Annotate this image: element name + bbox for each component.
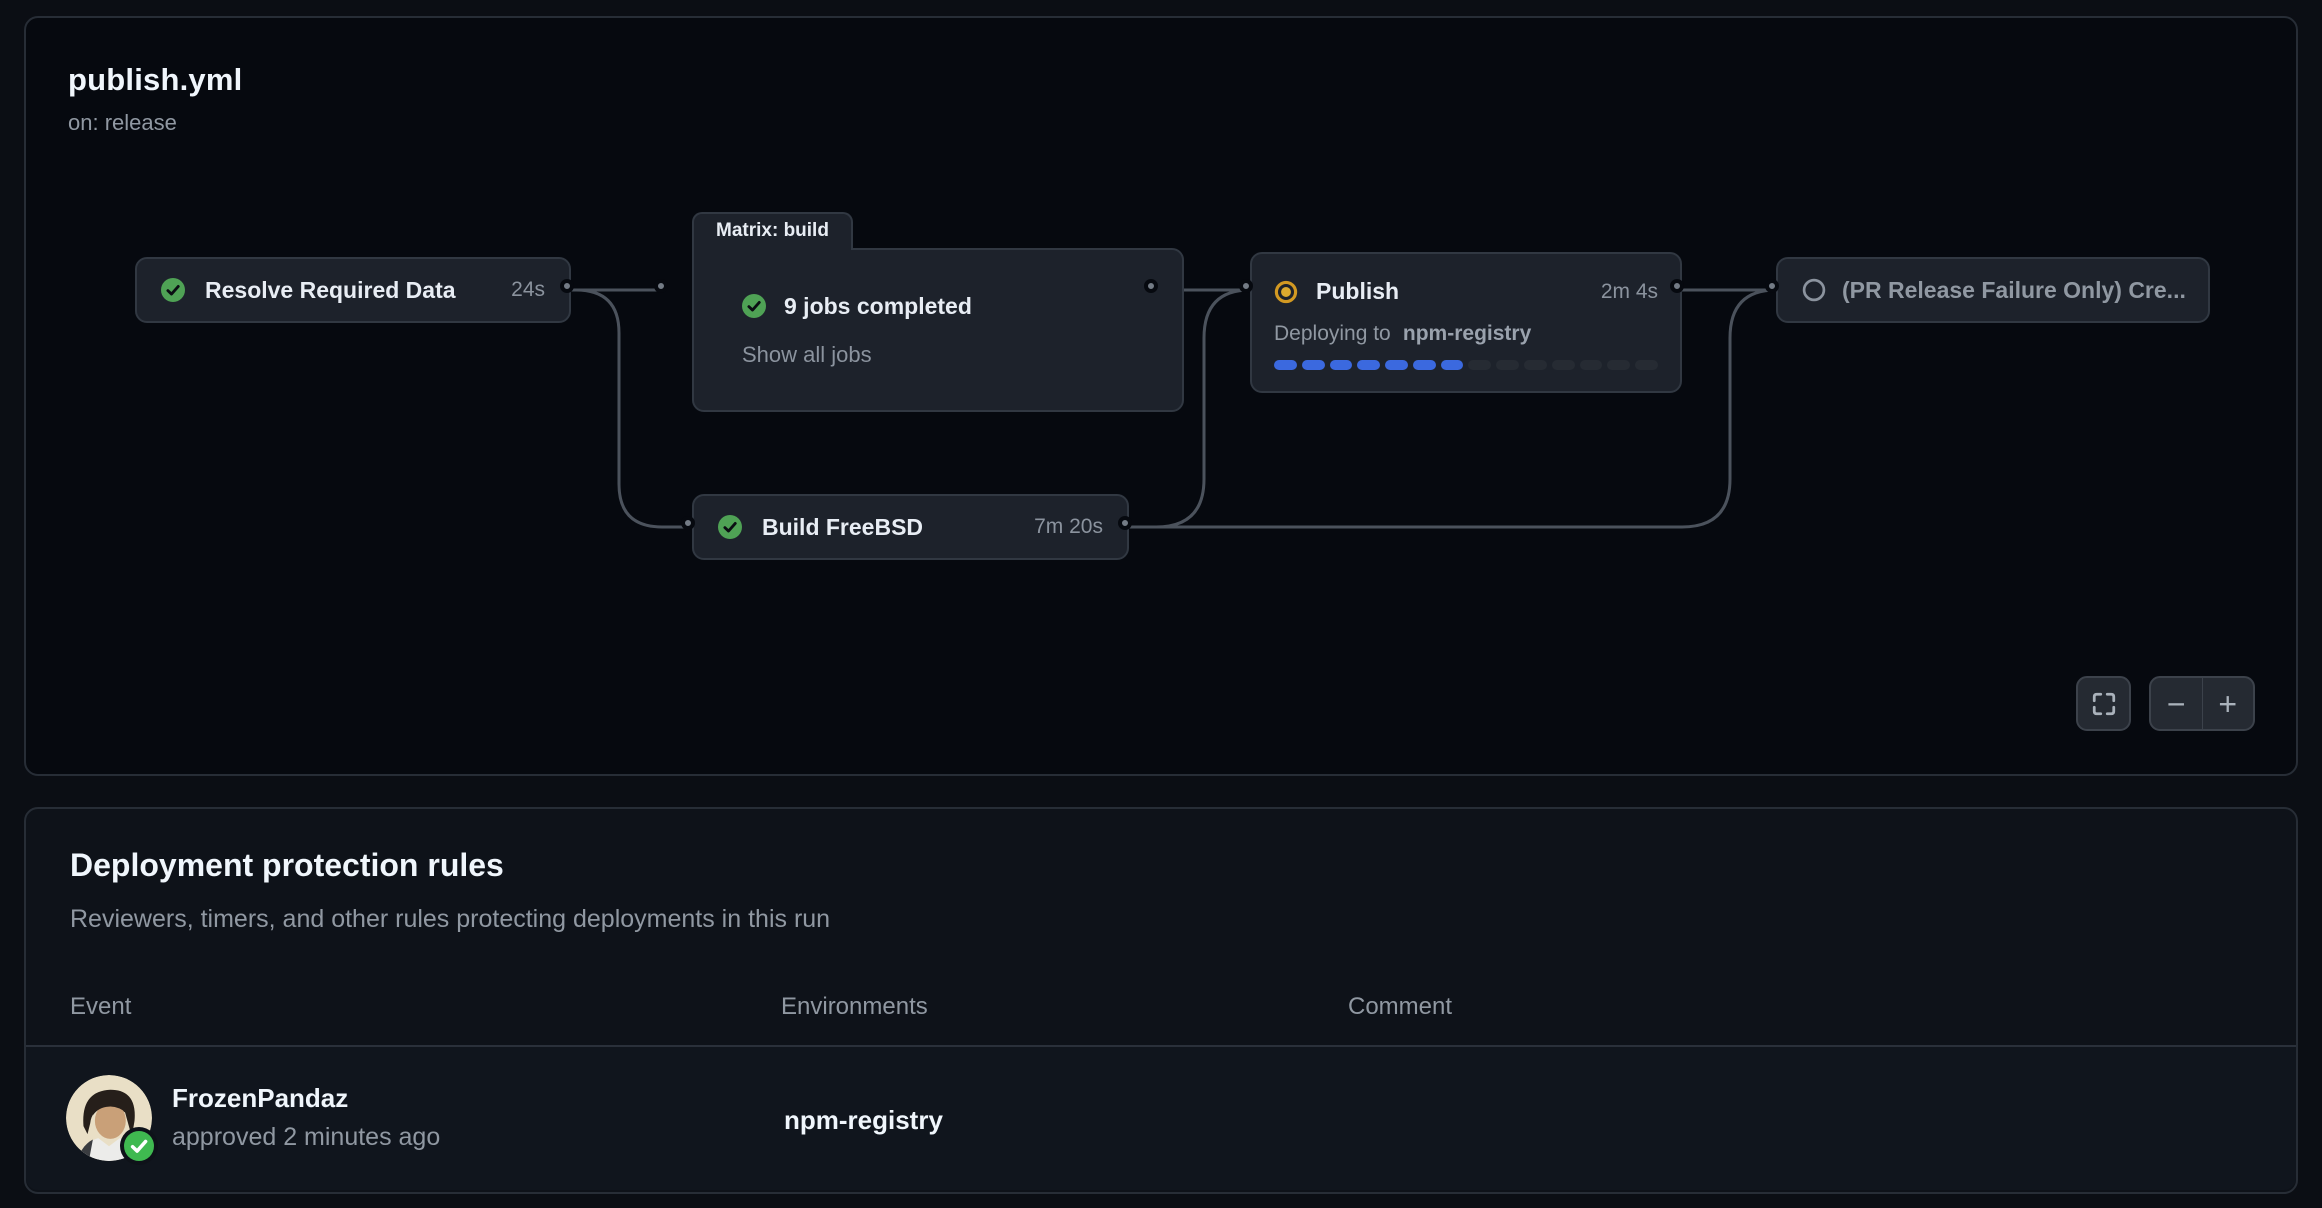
approval-status-text: approved 2 minutes ago (172, 1123, 440, 1152)
edge-connector-dot (1239, 279, 1253, 293)
job-node-matrix-build[interactable]: 9 jobs completed Show all jobs (692, 248, 1184, 412)
success-check-icon (161, 278, 185, 302)
progress-segment (1302, 360, 1325, 370)
progress-segment (1441, 360, 1464, 370)
deploy-progress (1274, 360, 1658, 370)
rules-subheading: Reviewers, timers, and other rules prote… (70, 905, 830, 934)
job-node-pr-release-failure[interactable]: (PR Release Failure Only) Cre... (1776, 257, 2210, 323)
edge-connector-dot (681, 516, 695, 530)
job-node-build-freebsd[interactable]: Build FreeBSD 7m 20s (692, 494, 1129, 560)
edge-resolve-freebsd (571, 290, 692, 527)
zoom-controls: − + (2149, 676, 2255, 731)
zoom-out-button[interactable]: − (2151, 678, 2203, 729)
workflow-header: publish.yml on: release (68, 62, 242, 136)
job-label: (PR Release Failure Only) Cre... (1842, 277, 2186, 304)
in-progress-icon (1274, 280, 1298, 304)
edge-connector-dot (1670, 279, 1684, 293)
rules-heading: Deployment protection rules (70, 847, 504, 884)
job-duration: 24s (511, 278, 545, 302)
matrix-group-label: Matrix: build (716, 220, 829, 242)
progress-segment (1580, 360, 1603, 370)
edge-connector-dot (1144, 279, 1158, 293)
edge-connector-dot (560, 279, 574, 293)
workflow-trigger: on: release (68, 110, 242, 136)
progress-segment (1385, 360, 1408, 370)
show-all-jobs-link[interactable]: Show all jobs (742, 342, 872, 368)
user-avatar[interactable] (66, 1075, 152, 1161)
deploy-prefix: Deploying to (1274, 322, 1391, 345)
deploy-target-environment: npm-registry (1403, 322, 1531, 345)
success-check-icon (742, 294, 766, 318)
progress-segment (1357, 360, 1380, 370)
zoom-in-button[interactable]: + (2203, 678, 2254, 729)
column-header-event: Event (70, 993, 131, 1021)
job-label: Publish (1316, 278, 1399, 305)
table-row: FrozenPandaz approved 2 minutes ago npm-… (26, 1047, 2296, 1190)
fullscreen-icon (2091, 691, 2117, 717)
progress-segment (1468, 360, 1491, 370)
job-label: Resolve Required Data (205, 277, 456, 304)
edge-connector-dot (654, 279, 668, 293)
environment-value[interactable]: npm-registry (784, 1105, 943, 1136)
deploy-status-text: Deploying to npm-registry (1274, 322, 1658, 346)
pending-circle-icon (1802, 278, 1826, 302)
success-check-icon (718, 515, 742, 539)
badge-check-icon (124, 1131, 154, 1161)
approved-badge (120, 1127, 158, 1165)
progress-segment (1496, 360, 1519, 370)
workflow-file-name: publish.yml (68, 62, 242, 98)
workflow-graph-panel: publish.yml on: release Resolve Required… (24, 16, 2298, 776)
progress-segment (1330, 360, 1353, 370)
job-label: Build FreeBSD (762, 514, 923, 541)
progress-segment (1413, 360, 1436, 370)
edge-connector-dot (1118, 516, 1132, 530)
workflow-run-page: publish.yml on: release Resolve Required… (0, 0, 2322, 1208)
progress-segment (1524, 360, 1547, 370)
job-duration: 2m 4s (1601, 280, 1658, 304)
progress-segment (1635, 360, 1658, 370)
progress-segment (1274, 360, 1297, 370)
column-header-comment: Comment (1348, 993, 1452, 1021)
matrix-group-tab: Matrix: build (692, 212, 853, 250)
job-node-publish[interactable]: Publish 2m 4s Deploying to npm-registry (1250, 252, 1682, 393)
deployment-protection-rules-panel: Deployment protection rules Reviewers, t… (24, 807, 2298, 1194)
job-node-resolve-required-data[interactable]: Resolve Required Data 24s (135, 257, 571, 323)
column-header-environments: Environments (781, 993, 928, 1021)
user-login[interactable]: FrozenPandaz (172, 1083, 348, 1114)
progress-segment (1607, 360, 1630, 370)
fullscreen-button[interactable] (2076, 676, 2131, 731)
progress-segment (1552, 360, 1575, 370)
edge-connector-dot (1765, 279, 1779, 293)
job-label: 9 jobs completed (784, 293, 972, 320)
job-duration: 7m 20s (1034, 515, 1103, 539)
